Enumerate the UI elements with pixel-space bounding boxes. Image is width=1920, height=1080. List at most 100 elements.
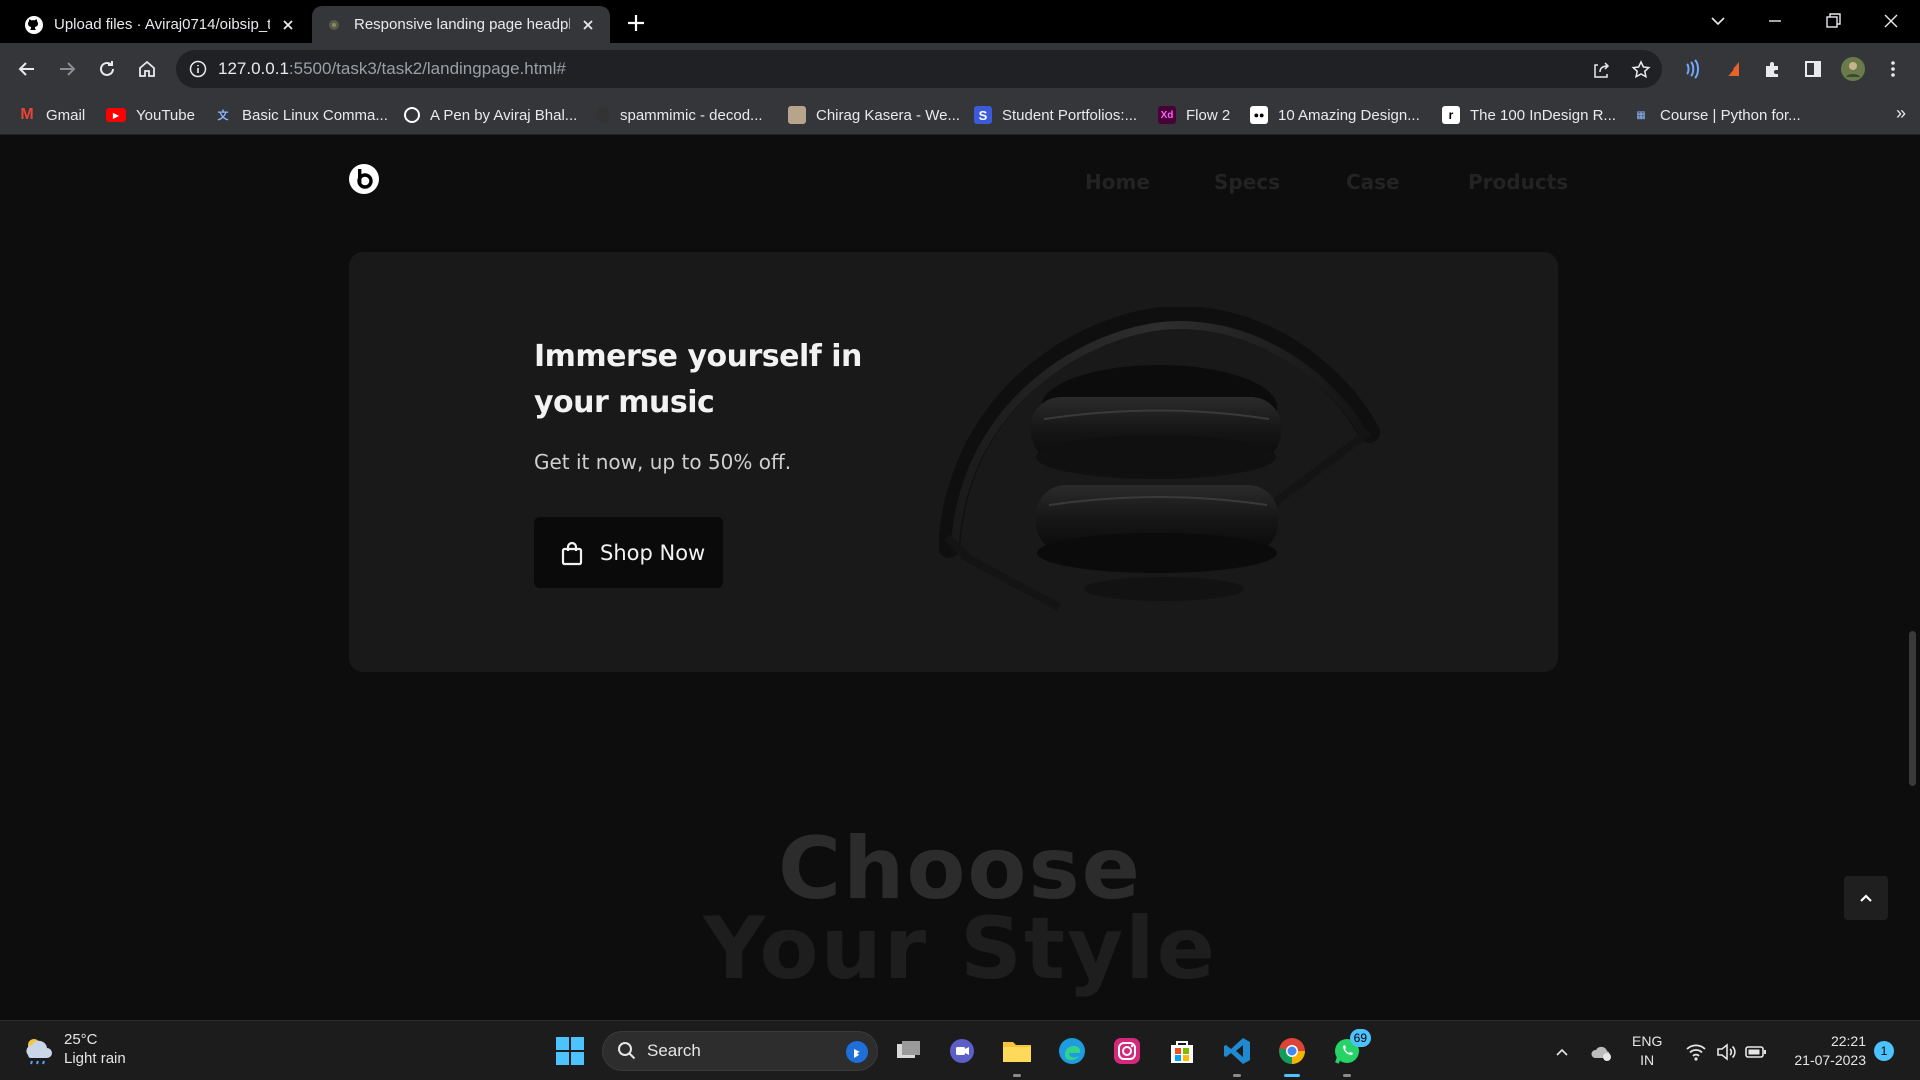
read-aloud-icon[interactable] [1676,54,1706,84]
wifi-status[interactable] [1684,1040,1708,1064]
bookmark-indesign[interactable]: r The 100 InDesign R... [1442,103,1616,127]
clock-time: 22:21 [1830,1033,1866,1049]
page-favicon-icon [329,19,339,30]
task-view-icon [897,1041,920,1058]
bookmark-gmail[interactable]: M Gmail [18,103,85,127]
github-icon [25,15,43,34]
scroll-to-top-button[interactable] [1844,876,1888,920]
chrome-icon [1279,1038,1305,1065]
info-icon[interactable] [188,59,208,79]
bookmark-star-icon[interactable] [1630,59,1652,81]
bookmark-10-amazing[interactable]: ●● 10 Amazing Design... [1250,103,1420,127]
translate-icon: 文 [217,110,229,122]
start-button[interactable] [552,1033,588,1069]
nav-home[interactable]: Home [1085,170,1150,194]
volume-status[interactable] [1714,1040,1738,1064]
profile-avatar[interactable] [1838,54,1868,84]
gmail-icon: M [20,106,34,123]
youtube-icon: ▶ [106,108,126,122]
battery-status[interactable] [1744,1040,1768,1064]
bookmark-youtube[interactable]: ▶ YouTube [106,103,195,127]
hero-title: Immerse yourself in your music [534,339,862,420]
portrait-icon [788,106,806,124]
bookmark-course-python[interactable]: ▦ Course | Python for... [1632,103,1800,127]
whatsapp-button[interactable]: 69 [1329,1029,1371,1077]
hero-card: Immerse yourself in your music Get it no… [349,252,1558,672]
codepen-icon [404,107,420,123]
search-icon [618,1042,636,1060]
vscode-button[interactable] [1219,1033,1255,1077]
file-explorer-button[interactable] [999,1033,1035,1077]
shopping-bag-icon [561,541,583,565]
whatsapp-unread-badge: 69 [1349,1029,1371,1047]
shop-now-label: Shop Now [600,540,706,565]
page-viewport: Home Specs Case Products Immerse yoursel… [0,136,1920,1020]
extension-orange-icon[interactable] [1718,54,1748,84]
bookmark-spammimic[interactable]: spammimic - decod... [596,103,763,127]
forward-icon[interactable] [52,54,82,84]
bookmark-flow2[interactable]: Xd Flow 2 [1158,103,1230,127]
bing-icon [846,1041,868,1063]
extensions-puzzle-icon[interactable] [1758,54,1788,84]
bookmark-student-portfolios[interactable]: S Student Portfolios:... [974,103,1137,127]
onedrive-button[interactable] [1590,1040,1614,1064]
xd-icon: Xd [1158,106,1176,124]
task-view-button[interactable] [890,1033,926,1069]
microsoft-store-button[interactable] [1164,1033,1200,1069]
minimize-icon[interactable] [1760,6,1790,36]
hero-subtitle: Get it now, up to 50% off. [534,450,792,474]
instagram-button[interactable] [1109,1033,1145,1069]
tab-upload-files[interactable]: Upload files · Aviraj0714/oibsip_t [12,6,310,43]
new-tab-icon[interactable] [622,9,650,37]
close-icon[interactable] [278,15,298,35]
teams-chat-button[interactable] [944,1033,980,1069]
bookmarks-bar: M Gmail ▶ YouTube 文 Basic Linux Comma... A … [0,95,1920,135]
battery-icon [1745,1046,1766,1058]
bookmark-codepen[interactable]: A Pen by Aviraj Bhal... [404,103,577,127]
nav-products[interactable]: Products [1468,170,1568,194]
windows-logo-icon [556,1037,584,1065]
system-clock[interactable]: 22:21 21-07-2023 [1784,1032,1866,1070]
bookmarks-overflow-button[interactable]: » [1896,103,1906,124]
s-icon: S [974,106,992,124]
nav-specs[interactable]: Specs [1214,170,1280,194]
instagram-icon [1114,1038,1140,1064]
chrome-button[interactable] [1274,1033,1310,1077]
edge-button[interactable] [1054,1033,1090,1069]
shop-now-button[interactable]: Shop Now [534,517,723,588]
share-icon[interactable] [1590,59,1612,81]
close-icon[interactable] [578,15,598,35]
restore-icon[interactable] [1818,6,1848,36]
tab-landing-page[interactable]: Responsive landing page headph [312,6,610,43]
close-window-icon[interactable] [1876,6,1906,36]
cloud-sync-icon [1591,1046,1611,1061]
back-icon[interactable] [12,54,42,84]
bookmark-basic-linux[interactable]: 文 Basic Linux Comma... [214,103,388,127]
notification-badge[interactable]: 1 [1874,1041,1894,1061]
reload-icon[interactable] [92,54,122,84]
folder-icon [1003,1042,1031,1062]
speaker-icon [1717,1043,1736,1061]
section-heading-line2: Your Style [703,899,1217,999]
vscode-icon [1224,1038,1250,1064]
weather-condition: Light rain [64,1050,126,1067]
show-hidden-icons-button[interactable] [1550,1040,1574,1064]
side-panel-icon[interactable] [1798,54,1828,84]
scrollbar-thumb[interactable] [1909,631,1916,786]
language-indicator[interactable]: ENG IN [1632,1032,1662,1070]
browser-toolbar: 127.0.0.1:5500/task3/task2/landingpage.h… [0,43,1920,95]
course-icon: ▦ [1636,109,1646,121]
chevron-up-icon [1860,894,1872,902]
tab-title: Upload files · Aviraj0714/oibsip_t [54,16,270,33]
tab-search-icon[interactable] [1703,6,1733,36]
beats-logo-icon[interactable] [348,163,380,195]
weather-widget[interactable]: 25°C Light rain [20,1030,126,1068]
weather-temp: 25°C [64,1031,98,1048]
address-bar[interactable]: 127.0.0.1:5500/task3/task2/landingpage.h… [176,50,1662,88]
taskbar-search[interactable]: Search [602,1031,878,1071]
nav-case[interactable]: Case [1346,170,1400,194]
bookmark-chirag[interactable]: Chirag Kasera - We... [788,103,960,127]
menu-kebab-icon[interactable] [1878,54,1908,84]
medium-icon: ●● [1250,106,1268,124]
home-icon[interactable] [132,54,162,84]
